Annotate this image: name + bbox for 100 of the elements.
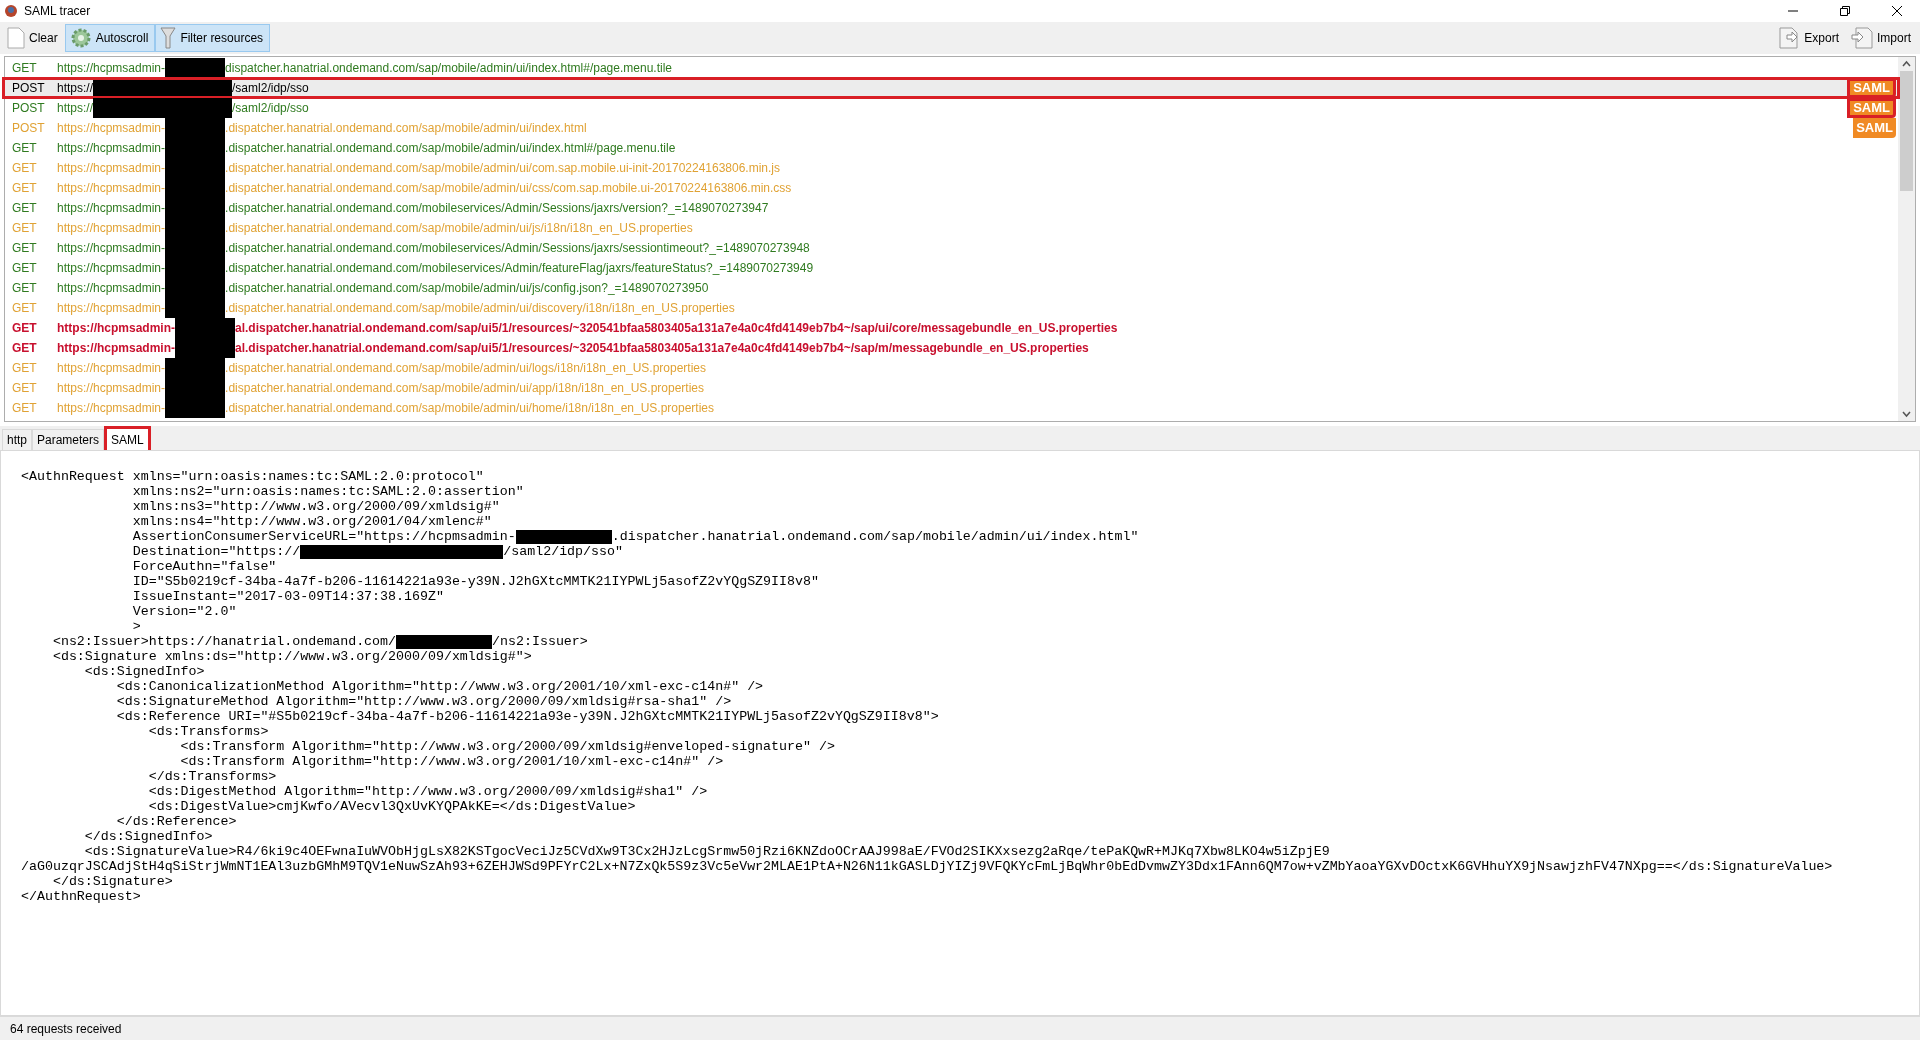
saml-badge: SAML (1847, 98, 1896, 118)
xml-line: </AuthnRequest> (21, 889, 141, 904)
xml-line: .dispatcher.hanatrial.ondemand.com/sap/mobile/admin/ui/index.html" (611, 529, 1139, 544)
request-method: POST (11, 121, 46, 135)
request-method: GET (11, 381, 38, 395)
xml-line: /saml2/idp/sso" (503, 544, 623, 559)
request-url: https://hcpmsadmin- (57, 361, 166, 375)
request-url: .dispatcher.hanatrial.ondemand.com/sap/mobile/admin/ui/home/i18n/i18n_en_US.properties (225, 401, 714, 415)
request-url: .dispatcher.hanatrial.ondemand.com/sap/mobile/admin/ui/discovery/i18n/i18n_en_US.properties (225, 301, 735, 315)
clear-button[interactable]: Clear (2, 24, 65, 52)
request-method: GET (11, 181, 38, 195)
request-method: GET (11, 201, 38, 215)
request-url: https://hcpmsadmin- (57, 161, 166, 175)
request-url: /saml2/idp/sso (232, 81, 309, 95)
xml-line: > (131, 619, 141, 634)
request-row[interactable]: GET https://hcpmsadmin- .dispatcher.hanatrial.ondemand.com/sap/mobile/admin/ui/index.html#/page.menu.tile (5, 138, 1898, 158)
xml-line: <ds:SignatureMethod Algorithm="http://www.w3.org/2000/09/xmldsig#rsa-sha1" /> (115, 694, 732, 709)
xml-line: <ds:CanonicalizationMethod Algorithm="http://www.w3.org/2001/10/xml-exc-c14n#" /> (115, 679, 764, 694)
window-title: SAML tracer (24, 4, 92, 18)
request-row[interactable]: GET https://hcpmsadmin- dispatcher.hanatrial.ondemand.com/sap/mobile/admin/ui/index.html#/page.menu.tile (5, 58, 1898, 78)
saml-badge: SAML (1853, 118, 1896, 138)
xml-line: <ds:Transform Algorithm="http://www.w3.org/2001/10/xml-exc-c14n#" /> (179, 754, 724, 769)
request-url: dispatcher.hanatrial.ondemand.com/sap/mobile/admin/ui/index.html#/page.menu.tile (225, 61, 672, 75)
request-method: GET (11, 241, 38, 255)
tab[interactable]: SAML (104, 426, 151, 450)
request-url: .dispatcher.hanatrial.ondemand.com/mobileservices/Admin/Sessions/jaxrs/version?_=1489070273947 (225, 201, 769, 215)
xml-line: AssertionConsumerServiceURL="https://hcpmsadmin- (131, 529, 516, 544)
scrollbar[interactable] (1898, 57, 1915, 421)
xml-line: <ds:Transforms> (147, 724, 269, 739)
request-url: .dispatcher.hanatrial.ondemand.com/mobileservices/Admin/featureFlag/jaxrs/featureStatus?_=1489070273949 (225, 261, 814, 275)
request-url: https:// (57, 101, 94, 115)
request-url: https://hcpmsadmin- (57, 261, 166, 275)
xml-line: xmlns:ns3="http://www.w3.org/2000/09/xmldsig#" (131, 499, 500, 514)
xml-line: ID="S5b0219cf-34ba-4a7f-b206-11614221a93e-y39N.J2hGXtcMMTK21IYPWLj5asofZ2vYQgSZ9II8v8" (131, 574, 819, 589)
request-row[interactable]: GET https://hcpmsadmin- .dispatcher.hanatrial.ondemand.com/sap/mobile/admin/ui/js/config.json?_=1489070273950 (5, 278, 1898, 298)
filter-button[interactable]: Filter resources (155, 24, 271, 52)
request-method: GET (11, 261, 38, 275)
request-row[interactable]: GET https://hcpmsadmin- .dispatcher.hanatrial.ondemand.com/mobileservices/Admin/Sessions/jaxrs/sessiontimeout?_=1489070273948 (5, 238, 1898, 258)
request-url: .dispatcher.hanatrial.ondemand.com/sap/mobile/admin/ui/logs/i18n/i18n_en_US.properties (225, 361, 706, 375)
request-url: https://hcpmsadmin- (57, 281, 166, 295)
tab[interactable]: http (2, 429, 32, 450)
request-method: GET (11, 141, 38, 155)
request-method: GET (11, 321, 38, 335)
app-icon (4, 4, 18, 18)
request-url: https://hcpmsadmin- (57, 241, 166, 255)
close-icon[interactable] (1892, 6, 1902, 16)
request-url: https://hcpmsadmin- (57, 341, 175, 355)
request-method: GET (11, 161, 38, 175)
request-url: .dispatcher.hanatrial.ondemand.com/sap/mobile/admin/ui/index.html#/page.menu.tile (225, 141, 676, 155)
tab[interactable]: Parameters (32, 429, 105, 450)
gear-icon (69, 27, 92, 49)
request-method: POST (11, 81, 46, 95)
request-url: https://hcpmsadmin- (57, 201, 166, 215)
xml-line: </ds:Reference> (115, 814, 237, 829)
xml-line: Destination="https:// (131, 544, 301, 559)
request-row[interactable]: POST https:// /saml2/idp/sso SAML (5, 78, 1898, 98)
request-row[interactable]: GET https://hcpmsadmin- al.dispatcher.hanatrial.ondemand.com/sap/ui5/1/resources/~320541bfaa5803405a131a7e4a0c4fd4149eb7b4~/sap/m/messagebundle_en_US.properties (5, 338, 1898, 358)
request-url: .dispatcher.hanatrial.ondemand.com/sap/mobile/admin/ui/css/com.sap.mobile.ui-20170224163806.min.css (225, 181, 792, 195)
xml-line: <ns2:Issuer>https://hanatrial.ondemand.com/ (51, 634, 397, 649)
xml-line: <ds:DigestValue>cmjKwfo/AVecvl3QxUvKYQPAkKE=</ds:DigestValue> (147, 799, 636, 814)
request-url: https://hcpmsadmin- (57, 181, 166, 195)
request-method: GET (11, 361, 38, 375)
xml-line: <ds:SignedInfo> (83, 664, 205, 679)
xml-line: </ds:Signature> (51, 874, 173, 889)
import-button[interactable]: Import (1846, 24, 1918, 52)
xml-line: <ds:Signature xmlns:ds="http://www.w3.org/2000/09/xmldsig#"> (51, 649, 532, 664)
request-row[interactable]: GET https://hcpmsadmin- .dispatcher.hanatrial.ondemand.com/mobileservices/Admin/Sessions/jaxrs/version?_=1489070273947 (5, 198, 1898, 218)
request-url: https://hcpmsadmin- (57, 221, 166, 235)
request-url: https://hcpmsadmin- (57, 321, 175, 335)
request-url: .dispatcher.hanatrial.ondemand.com/sap/mobile/admin/ui/js/config.json?_=1489070273950 (225, 281, 709, 295)
request-url: .dispatcher.hanatrial.ondemand.com/sap/mobile/admin/ui/com.sap.mobile.ui-init-20170224163806.min.js (225, 161, 781, 175)
xml-line: /ns2:Issuer> (492, 634, 588, 649)
xml-line: Version="2.0" (131, 604, 237, 619)
request-url: .dispatcher.hanatrial.ondemand.com/sap/mobile/admin/ui/app/i18n/i18n_en_US.properties (225, 381, 704, 395)
request-url: .dispatcher.hanatrial.ondemand.com/sap/mobile/admin/ui/index.html (225, 121, 587, 135)
request-row[interactable]: GET https://hcpmsadmin- al.dispatcher.hanatrial.ondemand.com/sap/ui5/1/resources/~320541bfaa5803405a131a7e4a0c4fd4149eb7b4~/sap/ui/core/messagebundle_en_US.properties (5, 318, 1898, 338)
redaction-bar (165, 398, 226, 418)
request-url: al.dispatcher.hanatrial.ondemand.com/sap/ui5/1/resources/~320541bfaa5803405a131a7e4a0c4fd4149eb7b4~/sap/m/messagebundle_en_US.properties (235, 341, 1089, 355)
export-button[interactable]: Export (1773, 24, 1846, 52)
xml-line: ForceAuthn="false" (131, 559, 277, 574)
request-url: .dispatcher.hanatrial.ondemand.com/mobileservices/Admin/Sessions/jaxrs/sessiontimeout?_=1489070273948 (225, 241, 810, 255)
request-method: GET (11, 281, 38, 295)
request-url: https://hcpmsadmin- (57, 141, 166, 155)
request-url: https://hcpmsadmin- (57, 401, 166, 415)
xml-line: </ds:SignedInfo> (83, 829, 213, 844)
request-row[interactable]: GET https://hcpmsadmin- .dispatcher.hanatrial.ondemand.com/mobileservices/Admin/featureFlag/jaxrs/featureStatus?_=1489070273949 (5, 258, 1898, 278)
xml-line: <ds:DigestMethod Algorithm="http://www.w3.org/2000/09/xmldsig#sha1" /> (147, 784, 708, 799)
request-url: https://hcpmsadmin- (57, 61, 166, 75)
page-arrow-icon (1851, 26, 1873, 50)
xml-line: <AuthnRequest xmlns="urn:oasis:names:tc:SAML:2.0:protocol" (21, 469, 484, 484)
request-url: https:// (57, 81, 94, 95)
request-method: POST (11, 101, 46, 115)
blank-page-icon (7, 27, 25, 49)
request-row[interactable]: POST https:// /saml2/idp/sso SAML (5, 98, 1898, 118)
xml-line: /aG0uzqrJSCAdjStH4qSiStrjWmNT1EAl3uzbGMhM9TQV1eNuwSzAh93+6ZEHJWSd9PFYrC2Lx+N7ZxQk5S9z3Vc5eVwr2MLAE1PtA+N26N11kGASLDjYIZj9VFQKYcFmLjBqWhr0bEdDvmwZY3Ddx1FAnn6QM7ow+vZMbYaoaYGXvDOctxK6GVHhuYX9jNsawjzhFV47NXpg==</ds:SignatureValue> (21, 859, 1833, 874)
autoscroll-button[interactable]: Autoscroll (64, 24, 156, 52)
xml-line: </ds:Transforms> (147, 769, 277, 784)
request-method: GET (11, 301, 38, 315)
restore-icon[interactable] (1840, 6, 1850, 16)
request-method: GET (11, 221, 38, 235)
